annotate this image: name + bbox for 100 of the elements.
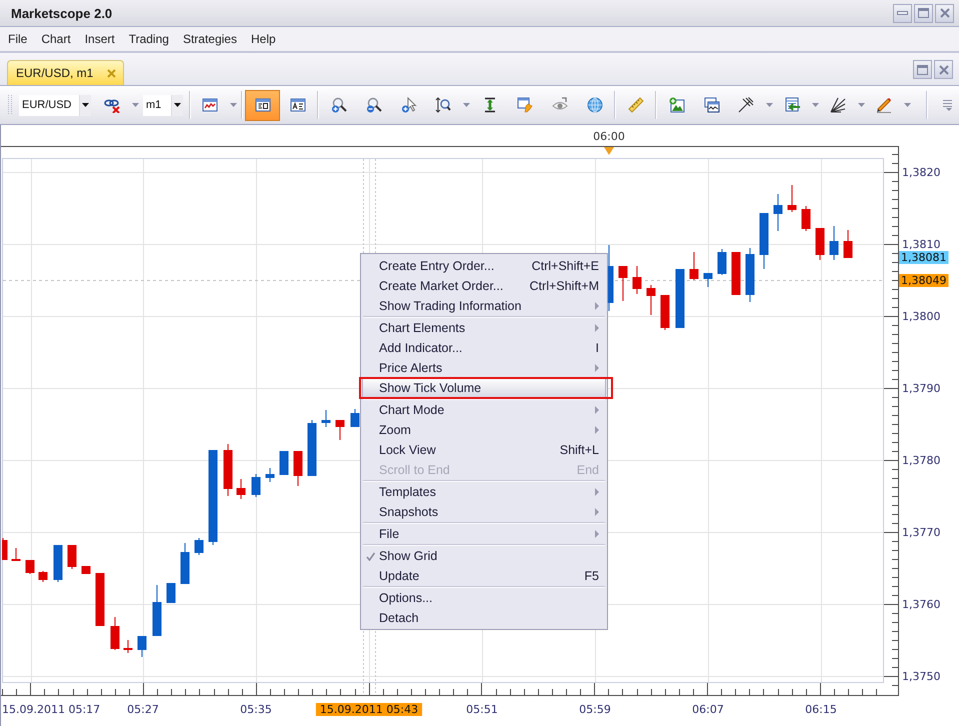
candle bbox=[280, 451, 288, 475]
close-button[interactable] bbox=[935, 4, 954, 22]
candle bbox=[760, 213, 768, 269]
time-label: 05:35 bbox=[240, 703, 272, 716]
candle bbox=[844, 230, 852, 258]
maximize-button[interactable] bbox=[914, 4, 933, 22]
menu-item[interactable]: Chart Mode bbox=[362, 400, 606, 420]
price-label: 1,3780 bbox=[902, 454, 940, 467]
menu-item[interactable]: Price Alerts bbox=[362, 358, 606, 378]
candle bbox=[704, 273, 712, 287]
bar-window-icon bbox=[254, 97, 270, 113]
caret-icon bbox=[463, 103, 470, 107]
menu-item[interactable]: Templates bbox=[362, 482, 606, 502]
close-icon bbox=[938, 64, 948, 74]
menu-item[interactable]: Show Trading Information bbox=[362, 296, 606, 316]
candle bbox=[632, 266, 642, 294]
candle bbox=[124, 640, 132, 653]
menu-item[interactable]: Lock View Shift+L bbox=[362, 440, 606, 460]
tab[interactable]: EUR/USD, m1 bbox=[7, 60, 124, 85]
candle bbox=[266, 468, 274, 482]
maximize-icon bbox=[918, 8, 929, 18]
menu-item[interactable]: Options... bbox=[362, 588, 606, 608]
caret-icon bbox=[904, 103, 911, 107]
symbol-dropdown[interactable]: EUR/USD bbox=[19, 94, 91, 116]
candle bbox=[236, 479, 246, 499]
menu-item[interactable]: Chart Elements bbox=[362, 318, 606, 338]
overflow-menu-icon bbox=[943, 99, 953, 111]
ruler-icon bbox=[628, 97, 644, 113]
caret-icon bbox=[766, 103, 773, 107]
candle bbox=[38, 571, 48, 582]
price-label: 1,3760 bbox=[902, 598, 940, 611]
candle bbox=[816, 228, 824, 260]
menu-bar-item[interactable]: Insert bbox=[78, 32, 122, 46]
candle bbox=[138, 636, 146, 657]
price-label: 1,3790 bbox=[902, 382, 940, 395]
caret-icon bbox=[812, 103, 819, 107]
window-chart-icon bbox=[704, 97, 720, 113]
candle bbox=[68, 545, 76, 569]
candle bbox=[646, 285, 656, 315]
candle bbox=[322, 410, 330, 427]
pitchfork-icon bbox=[738, 97, 754, 113]
candle bbox=[608, 245, 614, 311]
candle bbox=[350, 409, 360, 427]
price-label: 1,3810 bbox=[902, 238, 940, 251]
menu-item[interactable]: Zoom bbox=[362, 420, 606, 440]
time-label: 05:51 bbox=[466, 703, 498, 716]
pencil-icon bbox=[876, 97, 892, 113]
menu-bar-item[interactable]: Trading bbox=[122, 32, 176, 46]
timeframe-dropdown[interactable]: m1 bbox=[143, 94, 183, 116]
menu-item[interactable]: File bbox=[362, 524, 606, 544]
close-button[interactable] bbox=[934, 60, 953, 79]
shortcut-label: Shift+L bbox=[560, 443, 599, 457]
shortcut-label: I bbox=[596, 341, 599, 355]
minimize-button[interactable] bbox=[893, 4, 912, 22]
price-tag: 1,38081 bbox=[899, 251, 948, 264]
candle bbox=[718, 249, 726, 275]
candle bbox=[830, 226, 838, 260]
menu-item[interactable]: Snapshots bbox=[362, 502, 606, 522]
time-label: 06:15 bbox=[805, 703, 837, 716]
overflow-button[interactable] bbox=[943, 97, 953, 113]
close-icon bbox=[940, 8, 950, 18]
menu-item[interactable]: Detach bbox=[362, 608, 606, 628]
candle bbox=[618, 266, 628, 301]
fan-lines-icon bbox=[830, 97, 846, 113]
menu-item[interactable]: Create Entry Order... Ctrl+Shift+E bbox=[362, 256, 606, 276]
time-label: 15.09.2011 05:43 bbox=[316, 703, 422, 716]
candle bbox=[2, 538, 8, 560]
candle bbox=[26, 560, 34, 574]
menu-bar-item[interactable]: Strategies bbox=[176, 32, 244, 46]
menu-bar-item[interactable]: File bbox=[1, 32, 34, 46]
candle bbox=[732, 252, 740, 295]
candle bbox=[336, 420, 344, 440]
shortcut-label: End bbox=[576, 463, 599, 477]
cursor-time-label: 06:00 bbox=[593, 130, 625, 143]
candle bbox=[152, 585, 162, 636]
cursor-marker-icon bbox=[604, 147, 614, 155]
grip-icon[interactable] bbox=[7, 95, 12, 115]
menu-item[interactable]: Add Indicator... I bbox=[362, 338, 606, 358]
restore-button[interactable] bbox=[913, 60, 932, 79]
candle bbox=[180, 543, 190, 584]
time-label: 05:59 bbox=[579, 703, 611, 716]
candle bbox=[690, 252, 698, 280]
menu-bar-item[interactable]: Chart bbox=[34, 32, 78, 46]
toolbar-button[interactable] bbox=[245, 90, 280, 120]
pointer-plus-icon bbox=[400, 97, 416, 113]
minimize-icon bbox=[897, 11, 908, 15]
caret-icon bbox=[132, 103, 139, 107]
candle bbox=[166, 583, 176, 603]
price-label: 1,3820 bbox=[902, 166, 940, 179]
menu-item[interactable]: Update F5 bbox=[362, 566, 606, 586]
candle bbox=[224, 444, 232, 496]
menu-item[interactable]: Create Market Order... Ctrl+Shift+M bbox=[362, 276, 606, 296]
candle bbox=[82, 566, 90, 574]
zoom-in-icon bbox=[330, 97, 346, 113]
candle bbox=[676, 269, 684, 328]
price-label: 1,3800 bbox=[902, 310, 940, 323]
shortcut-label: F5 bbox=[584, 569, 599, 583]
menu-bar-item[interactable]: Help bbox=[244, 32, 283, 46]
window-title: Marketscope 2.0 bbox=[11, 6, 112, 20]
menu-item[interactable]: Show Grid bbox=[362, 546, 606, 566]
